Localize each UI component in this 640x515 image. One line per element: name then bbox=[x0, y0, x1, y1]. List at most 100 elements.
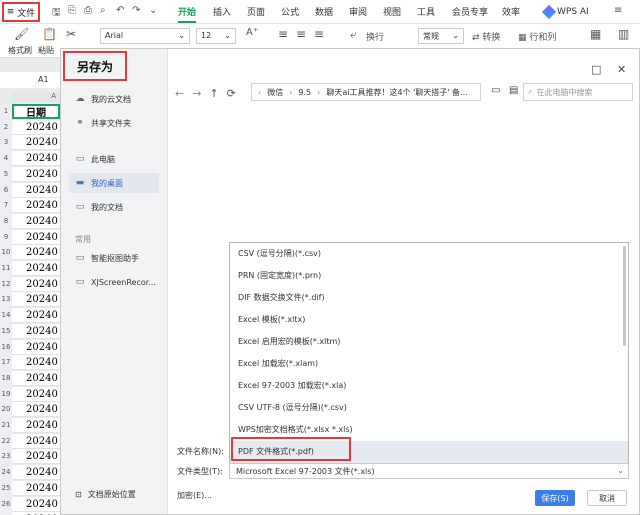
sheet-cell[interactable]: 20240 bbox=[12, 308, 60, 323]
save-icon[interactable]: 🖫 bbox=[52, 5, 61, 22]
tab-tools[interactable]: 工具 bbox=[417, 5, 435, 18]
sheet-cell[interactable]: 20240 bbox=[12, 340, 60, 355]
nav-matting-assistant[interactable]: ▭ 智能抠图助手 bbox=[69, 248, 159, 268]
row-number[interactable]: 21 bbox=[0, 418, 12, 433]
breadcrumb-item[interactable]: 微信 bbox=[267, 87, 283, 98]
back-arrow-icon[interactable]: ← bbox=[175, 87, 184, 100]
redo-icon[interactable]: ↷ bbox=[132, 5, 140, 16]
row-number[interactable]: 12 bbox=[0, 277, 12, 292]
file-type-option[interactable]: Excel 加载宏(*.xlam) bbox=[230, 353, 628, 375]
sheet-cell[interactable]: 20240 bbox=[12, 292, 60, 307]
breadcrumb[interactable]: ‹ 微信 › 9.5 › 聊天ai工具推荐！这4个 '聊天搭子' 备... bbox=[251, 83, 481, 101]
row-number[interactable]: 6 bbox=[0, 183, 12, 198]
nav-cloud-docs[interactable]: ☁ 我的云文档 bbox=[69, 89, 159, 109]
print-icon[interactable]: ⎙ bbox=[84, 5, 92, 16]
row-number[interactable]: 17 bbox=[0, 355, 12, 370]
tab-formula[interactable]: 公式 bbox=[281, 5, 299, 18]
file-type-option[interactable]: Excel 模板(*.xltx) bbox=[230, 309, 628, 331]
table-icon[interactable]: ▦ bbox=[590, 27, 601, 41]
new-folder-icon[interactable]: ▭ bbox=[491, 85, 500, 96]
file-type-option[interactable]: CSV (逗号分隔)(*.csv) bbox=[230, 243, 628, 265]
nav-desktop[interactable]: ▬ 我的桌面 bbox=[69, 173, 159, 193]
breadcrumb-item[interactable]: 聊天ai工具推荐！这4个 '聊天搭子' 备... bbox=[326, 87, 467, 98]
align-middle-icon[interactable]: ≡ bbox=[296, 27, 306, 41]
cut-icon[interactable]: ✂ bbox=[66, 27, 76, 41]
row-number[interactable]: 1 bbox=[0, 104, 12, 119]
dropdown-scrollbar[interactable] bbox=[623, 246, 626, 346]
row-number[interactable]: 10 bbox=[0, 245, 12, 260]
row-number[interactable]: 5 bbox=[0, 167, 12, 182]
grid-icon[interactable]: ▥ bbox=[618, 27, 629, 41]
sheet-cell[interactable]: 20240 bbox=[12, 277, 60, 292]
tab-data[interactable]: 数据 bbox=[315, 5, 333, 18]
row-number[interactable]: 8 bbox=[0, 214, 12, 229]
sheet-cell[interactable]: 20240 bbox=[12, 183, 60, 198]
row-number[interactable]: 11 bbox=[0, 261, 12, 276]
tab-page[interactable]: 页面 bbox=[247, 5, 265, 18]
sheet-cell[interactable]: 20240 bbox=[12, 465, 60, 480]
chevron-down-icon[interactable]: ⌄ bbox=[149, 5, 157, 16]
sheet-cell[interactable]: 20240 bbox=[12, 261, 60, 276]
view-options-icon[interactable]: ▤ bbox=[509, 85, 518, 96]
align-top-icon[interactable]: ≡ bbox=[278, 27, 288, 41]
nav-my-documents[interactable]: ▭ 我的文档 bbox=[69, 197, 159, 217]
sheet-cell[interactable]: 20240 bbox=[12, 449, 60, 464]
row-number[interactable]: 7 bbox=[0, 198, 12, 213]
tab-review[interactable]: 审阅 bbox=[349, 5, 367, 18]
row-number[interactable]: 13 bbox=[0, 292, 12, 307]
sheet-cell[interactable]: 20240 bbox=[12, 497, 60, 512]
row-number[interactable]: 3 bbox=[0, 135, 12, 150]
sheet-cell[interactable]: 20240 bbox=[12, 387, 60, 402]
undo-icon[interactable]: ↶ bbox=[116, 5, 124, 16]
row-number[interactable]: 14 bbox=[0, 308, 12, 323]
wrap-icon[interactable]: ⤶ bbox=[350, 27, 357, 42]
row-number[interactable]: 4 bbox=[0, 151, 12, 166]
number-format-select[interactable]: 常规 ⌄ bbox=[418, 28, 464, 44]
row-number[interactable]: 16 bbox=[0, 340, 12, 355]
row-number[interactable]: 20 bbox=[0, 402, 12, 417]
row-number[interactable]: 9 bbox=[0, 230, 12, 245]
sheet-cell[interactable]: 20240 bbox=[12, 120, 60, 135]
convert-button[interactable]: ⇄ 转换 bbox=[472, 30, 500, 43]
nav-this-pc[interactable]: ▭ 此电脑 bbox=[69, 149, 159, 169]
menu-icon[interactable]: ≡ bbox=[614, 5, 622, 16]
tab-insert[interactable]: 插入 bbox=[213, 5, 231, 18]
row-number[interactable]: 26 bbox=[0, 497, 12, 512]
refresh-icon[interactable]: ⟳ bbox=[227, 87, 236, 100]
font-grow-icon[interactable]: A⁺ bbox=[246, 27, 258, 38]
format-painter-icon[interactable]: 🖌 bbox=[14, 27, 29, 41]
tab-home[interactable]: 开始 bbox=[178, 5, 197, 23]
sheet-cell[interactable]: 20240 bbox=[12, 214, 60, 229]
row-number[interactable]: 19 bbox=[0, 387, 12, 402]
sheet-cell[interactable]: 20240 bbox=[12, 135, 60, 150]
nav-xjscreenrecorder[interactable]: ▭ XJScreenRecor... bbox=[69, 272, 159, 292]
sheet-cell[interactable]: 20240 bbox=[12, 481, 60, 496]
header-cell[interactable]: 日期 bbox=[12, 104, 60, 119]
row-number[interactable]: 18 bbox=[0, 371, 12, 386]
sheet-cell[interactable]: 20240 bbox=[12, 245, 60, 260]
sheet-cell[interactable]: 20240 bbox=[12, 151, 60, 166]
maximize-icon[interactable]: □ bbox=[591, 63, 601, 76]
sheet-cell[interactable]: 20240 bbox=[12, 371, 60, 386]
tab-member[interactable]: 会员专享 bbox=[452, 5, 488, 18]
preview-icon[interactable]: ⌕ bbox=[100, 5, 106, 16]
file-type-option[interactable]: CSV UTF-8 (逗号分隔)(*.csv) bbox=[230, 397, 628, 419]
cancel-button[interactable]: 取消 bbox=[587, 490, 627, 506]
wrap-label[interactable]: 换行 bbox=[366, 30, 384, 43]
paste-icon[interactable]: 📋 bbox=[42, 27, 57, 41]
export-icon[interactable]: ⎘ bbox=[68, 5, 76, 16]
tab-efficiency[interactable]: 效率 bbox=[502, 5, 520, 18]
close-icon[interactable]: ✕ bbox=[617, 63, 626, 76]
column-header-a[interactable]: A bbox=[12, 92, 60, 102]
nav-shared-folder[interactable]: ⚭ 共享文件夹 bbox=[69, 113, 159, 133]
row-number[interactable]: 25 bbox=[0, 481, 12, 496]
up-arrow-icon[interactable]: ↑ bbox=[209, 87, 218, 100]
sheet-cell[interactable]: 20240 bbox=[12, 230, 60, 245]
row-col-button[interactable]: ▦ 行和列 bbox=[518, 30, 556, 43]
sheet-cell[interactable]: 20240 bbox=[12, 402, 60, 417]
file-type-option[interactable]: Excel 启用宏的模板(*.xltm) bbox=[230, 331, 628, 353]
file-type-option[interactable]: DIF 数据交换文件(*.dif) bbox=[230, 287, 628, 309]
align-bottom-icon[interactable]: ≡ bbox=[314, 27, 324, 41]
row-number[interactable]: 22 bbox=[0, 434, 12, 449]
search-input[interactable]: ⌕ 在此电脑中搜索 bbox=[523, 83, 633, 101]
